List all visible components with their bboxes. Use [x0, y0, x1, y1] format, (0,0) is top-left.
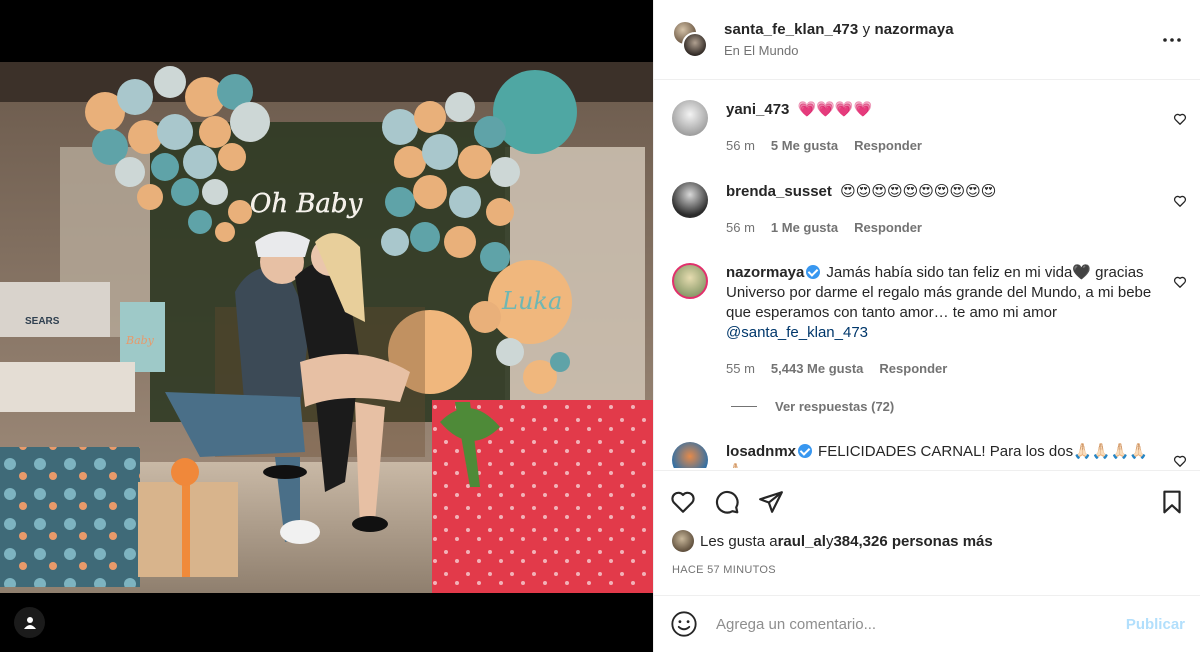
- verified-badge-icon: [806, 265, 821, 279]
- comment-body: nazormaya Jamás había sido tan feliz en m…: [726, 263, 1183, 379]
- photo-illustration: Oh Baby Luka SEARS Baby: [0, 62, 653, 593]
- reply-button[interactable]: Responder: [854, 136, 922, 156]
- comment-body: brenda_susset 😍😍😍😍😍😍😍😍😍😍 56 m 1 Me gusta…: [726, 182, 1183, 238]
- avatar[interactable]: [672, 263, 708, 299]
- more-options-button[interactable]: [1160, 28, 1184, 52]
- comment-username[interactable]: nazormaya: [726, 264, 804, 281]
- box-brand: SEARS: [25, 316, 60, 327]
- comment-item: yani_473 💗💗💗💗 56 m 5 Me gusta Responder: [654, 100, 1200, 156]
- comment-item: nazormaya Jamás había sido tan feliz en m…: [654, 263, 1200, 379]
- authors-avatar[interactable]: [672, 19, 710, 60]
- comment-item: losadnmx FELICIDADES CARNAL! Para los dos…: [654, 442, 1200, 468]
- post-location[interactable]: En El Mundo: [724, 43, 1160, 58]
- comment-item: brenda_susset 😍😍😍😍😍😍😍😍😍😍 56 m 1 Me gusta…: [654, 182, 1200, 238]
- heart-icon[interactable]: [1173, 275, 1187, 289]
- comment-meta: 55 m 5,443 Me gusta Responder: [726, 359, 1153, 379]
- share-send-icon[interactable]: [758, 489, 784, 515]
- post-media: Oh Baby Luka SEARS Baby: [0, 0, 653, 652]
- post-header: santa_fe_klan_473 y nazormaya En El Mund…: [654, 0, 1200, 80]
- heart-icon[interactable]: [1173, 454, 1187, 468]
- view-replies-label: Ver respuestas (72): [775, 399, 895, 414]
- bookmark-icon[interactable]: [1159, 489, 1185, 515]
- bag-text: Baby: [125, 334, 155, 347]
- avatar: [682, 31, 708, 58]
- comment-body: yani_473 💗💗💗💗 56 m 5 Me gusta Responder: [726, 100, 1183, 156]
- comment-mention-link[interactable]: @santa_fe_klan_473: [726, 324, 868, 341]
- likes-summary[interactable]: Les gusta a raul_al y 384,326 personas m…: [672, 530, 993, 552]
- avatar[interactable]: [672, 100, 708, 136]
- verified-badge-icon: [798, 444, 813, 458]
- comment-meta: 56 m 5 Me gusta Responder: [726, 136, 1153, 156]
- post-actions-bar: [654, 470, 1200, 532]
- view-replies-button[interactable]: Ver respuestas (72): [731, 399, 894, 414]
- post-modal: Oh Baby Luka SEARS Baby santa_fe_klan_47…: [0, 0, 1200, 652]
- replies-divider: [731, 406, 757, 407]
- likes-others-link[interactable]: 384,326 personas más: [833, 533, 992, 550]
- likes-join: y: [825, 532, 834, 550]
- post-header-text: santa_fe_klan_473 y nazormaya En El Mund…: [724, 21, 1160, 58]
- comment-time[interactable]: 56 m: [726, 218, 755, 238]
- comments-list[interactable]: yani_473 💗💗💗💗 56 m 5 Me gusta Responder …: [654, 80, 1200, 468]
- comment-username[interactable]: brenda_susset: [726, 183, 832, 200]
- likes-prefix: Les gusta a: [700, 532, 778, 550]
- comment-meta: 56 m 1 Me gusta Responder: [726, 218, 1153, 238]
- comment-body: losadnmx FELICIDADES CARNAL! Para los dos…: [726, 442, 1183, 468]
- user-icon: [23, 616, 36, 629]
- avatar: [672, 530, 694, 552]
- reply-button[interactable]: Responder: [879, 359, 947, 379]
- comment-time[interactable]: 55 m: [726, 359, 755, 379]
- comment-likes[interactable]: 1 Me gusta: [771, 218, 838, 238]
- comment-username[interactable]: yani_473: [726, 101, 789, 118]
- comment-likes[interactable]: 5,443 Me gusta: [771, 359, 864, 379]
- comment-username[interactable]: losadnmx: [726, 443, 796, 460]
- post-photo[interactable]: Oh Baby Luka SEARS Baby: [0, 62, 653, 593]
- author-link[interactable]: santa_fe_klan_473: [724, 21, 858, 38]
- publish-button[interactable]: Publicar: [1126, 616, 1185, 633]
- emoji-icon[interactable]: [670, 610, 698, 638]
- comment-text: 😍😍😍😍😍😍😍😍😍😍: [840, 183, 997, 200]
- post-side-panel: santa_fe_klan_473 y nazormaya En El Mund…: [653, 0, 1200, 652]
- add-comment-bar: Publicar: [654, 595, 1200, 652]
- likes-user-link[interactable]: raul_al: [778, 533, 826, 550]
- tagged-users-button[interactable]: [14, 607, 45, 638]
- heart-icon[interactable]: [1173, 112, 1187, 126]
- comment-likes[interactable]: 5 Me gusta: [771, 136, 838, 156]
- avatar[interactable]: [672, 442, 708, 468]
- neon-sign: Oh Baby: [250, 189, 363, 219]
- author-link[interactable]: nazormaya: [874, 21, 953, 38]
- comment-text: 💗💗💗💗: [797, 101, 873, 118]
- comment-time[interactable]: 56 m: [726, 136, 755, 156]
- heart-icon[interactable]: [1173, 194, 1187, 208]
- balloon-name: Luka: [501, 287, 562, 315]
- red-gift-box: [432, 400, 653, 593]
- avatar[interactable]: [672, 182, 708, 218]
- comment-bubble-icon[interactable]: [714, 489, 740, 515]
- authors-join: y: [858, 21, 875, 38]
- post-authors: santa_fe_klan_473 y nazormaya: [724, 21, 1160, 38]
- comment-input[interactable]: [716, 615, 1116, 633]
- like-heart-icon[interactable]: [670, 489, 696, 515]
- more-horizontal-icon: [1163, 37, 1181, 42]
- post-timestamp[interactable]: HACE 57 MINUTOS: [672, 564, 776, 576]
- reply-button[interactable]: Responder: [854, 218, 922, 238]
